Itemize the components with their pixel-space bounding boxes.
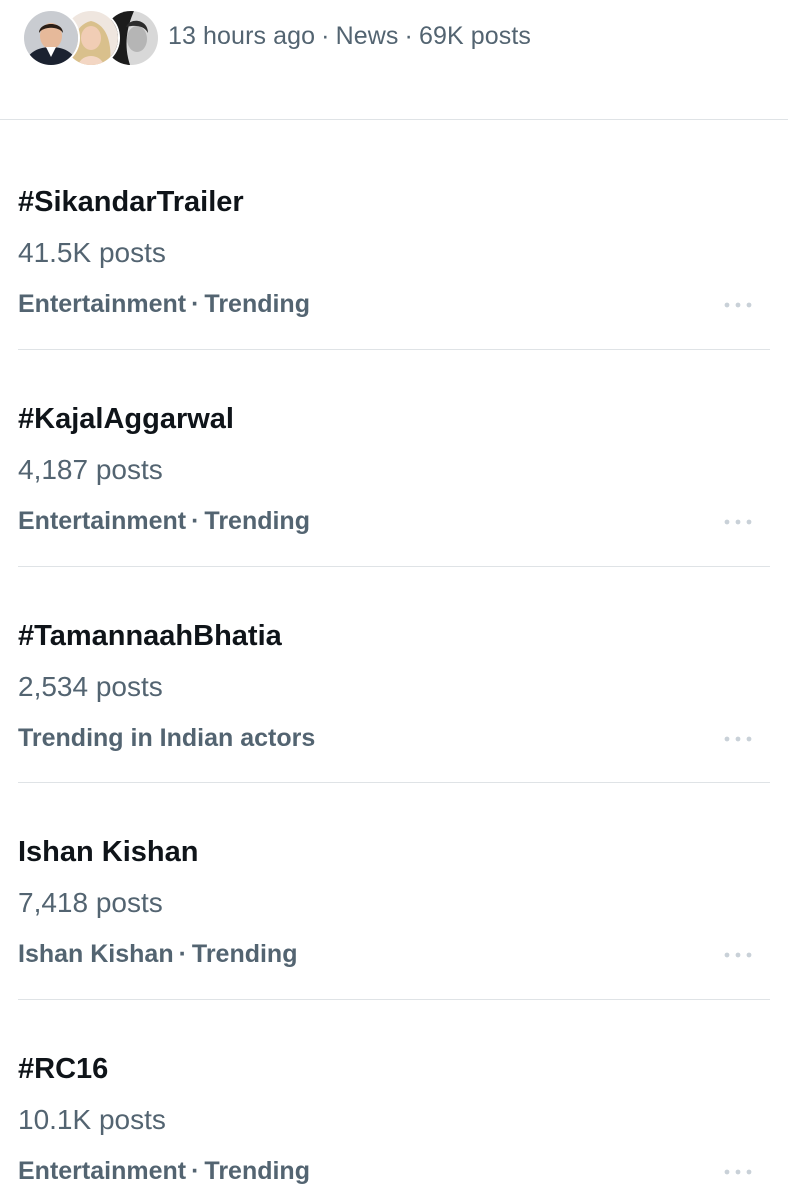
separator-dot: · [191,1157,200,1185]
trend-post-count: 7,418 posts [18,887,163,918]
more-horizontal-icon [724,1169,752,1175]
trend-category: Entertainment [18,507,187,535]
trend-status: Trending [191,940,298,968]
trend-post-count: 10.1K posts [18,1104,166,1135]
trend-context: Entertainment · Trending [18,507,310,536]
more-button[interactable] [716,509,760,535]
trend-context: Entertainment · Trending [18,290,310,319]
trend-context: Trending in Indian actors [18,724,315,753]
news-meta: 13 hours ago · News · 69K posts [168,22,531,51]
news-header[interactable]: 13 hours ago · News · 69K posts [0,0,788,120]
separator-dot: · [191,507,200,535]
trend-title: #KajalAggarwal [18,403,234,435]
trend-status: Trending [204,507,310,535]
more-horizontal-icon [724,736,752,742]
news-category: News [335,22,399,50]
trend-item[interactable]: #SikandarTrailer 41.5K posts Entertainme… [0,132,788,349]
trend-context: Entertainment · Trending [18,1157,310,1186]
separator-dot: · [321,22,330,50]
trend-post-count: 4,187 posts [18,454,163,485]
separator-dot: · [191,290,200,318]
trend-title: Ishan Kishan [18,836,199,868]
separator-dot: · [404,22,413,50]
trend-item[interactable]: Ishan Kishan 7,418 posts Ishan Kishan · Tr… [0,782,788,999]
more-horizontal-icon [724,519,752,525]
news-post-count: 69K posts [418,22,532,50]
more-horizontal-icon [724,952,752,958]
more-button[interactable] [716,1159,760,1185]
trend-item[interactable]: #RC16 10.1K posts Entertainment · Trending [0,999,788,1200]
more-button[interactable] [716,292,760,318]
news-time: 13 hours ago [168,22,316,50]
trend-title: #RC16 [18,1053,109,1085]
more-horizontal-icon [724,302,752,308]
trend-status: Trending [204,290,310,318]
trend-category: Entertainment [18,290,187,318]
trend-title: #TamannaahBhatia [18,620,282,652]
trend-category: Ishan Kishan [18,940,174,968]
trend-status: Trending [204,1157,310,1185]
trend-post-count: 2,534 posts [18,671,163,702]
trend-context: Ishan Kishan · Trending [18,940,297,969]
trend-title: #SikandarTrailer [18,186,244,218]
trend-category: Entertainment [18,1157,187,1185]
more-button[interactable] [716,942,760,968]
avatar [22,9,80,67]
trend-item[interactable]: #TamannaahBhatia 2,534 posts Trending in… [0,566,788,783]
trend-item[interactable]: #KajalAggarwal 4,187 posts Entertainment… [0,349,788,566]
trend-post-count: 41.5K posts [18,237,166,268]
avatar-group [22,9,160,67]
trend-category: Trending in Indian actors [18,724,316,752]
separator-dot: · [178,940,187,968]
more-button[interactable] [716,726,760,752]
